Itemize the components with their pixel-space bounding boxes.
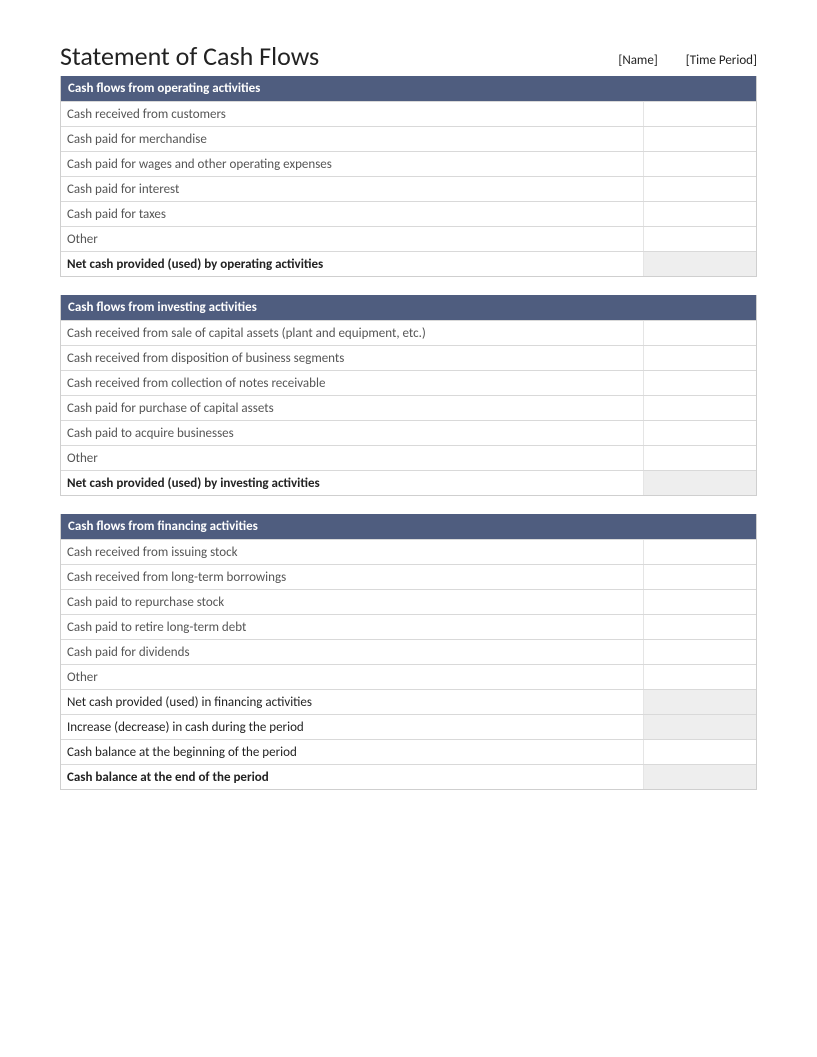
row-label: Other [61, 665, 644, 689]
row-label: Net cash provided (used) by operating ac… [61, 252, 644, 276]
table-row: Cash received from sale of capital asset… [61, 320, 756, 345]
table-row: Other [61, 664, 756, 689]
row-label: Cash received from collection of notes r… [61, 371, 644, 395]
row-label: Cash paid to repurchase stock [61, 590, 644, 614]
row-label: Cash paid for purchase of capital assets [61, 396, 644, 420]
table-row: Increase (decrease) in cash during the p… [61, 714, 756, 739]
row-value[interactable] [644, 177, 756, 201]
table-row: Cash received from disposition of busine… [61, 345, 756, 370]
table-row: Other [61, 226, 756, 251]
row-label: Cash received from issuing stock [61, 540, 644, 564]
row-label: Cash paid for merchandise [61, 127, 644, 151]
row-label: Cash received from sale of capital asset… [61, 321, 644, 345]
row-value[interactable] [644, 665, 756, 689]
row-label: Cash paid for taxes [61, 202, 644, 226]
table-row: Cash received from customers [61, 101, 756, 126]
table-row: Other [61, 445, 756, 470]
row-value[interactable] [644, 640, 756, 664]
row-label: Cash paid for wages and other operating … [61, 152, 644, 176]
document-meta: [Name] [Time Period] [618, 53, 757, 72]
row-value[interactable] [644, 252, 756, 276]
row-value[interactable] [644, 127, 756, 151]
row-value[interactable] [644, 346, 756, 370]
section: Cash flows from operating activitiesCash… [60, 76, 757, 277]
row-label: Cash paid for dividends [61, 640, 644, 664]
row-value[interactable] [644, 615, 756, 639]
row-value[interactable] [644, 371, 756, 395]
table-row: Cash paid for purchase of capital assets [61, 395, 756, 420]
row-label: Cash received from disposition of busine… [61, 346, 644, 370]
table-row: Cash paid to acquire businesses [61, 420, 756, 445]
table-row: Cash received from issuing stock [61, 539, 756, 564]
section-header: Cash flows from operating activities [61, 76, 756, 101]
meta-name: [Name] [618, 53, 657, 68]
row-label: Other [61, 227, 644, 251]
table-row: Cash paid for interest [61, 176, 756, 201]
sections-container: Cash flows from operating activitiesCash… [60, 76, 757, 790]
row-label: Cash paid to retire long-term debt [61, 615, 644, 639]
row-value[interactable] [644, 396, 756, 420]
section: Cash flows from financing activitiesCash… [60, 514, 757, 790]
row-value[interactable] [644, 715, 756, 739]
table-row: Cash paid for merchandise [61, 126, 756, 151]
table-row: Cash balance at the beginning of the per… [61, 739, 756, 764]
table-row: Cash balance at the end of the period [61, 764, 756, 789]
table-row: Cash received from collection of notes r… [61, 370, 756, 395]
row-label: Net cash provided (used) by investing ac… [61, 471, 644, 495]
table-row: Cash paid for dividends [61, 639, 756, 664]
row-value[interactable] [644, 590, 756, 614]
meta-period: [Time Period] [686, 53, 757, 68]
row-value[interactable] [644, 690, 756, 714]
table-row: Net cash provided (used) by operating ac… [61, 251, 756, 276]
row-label: Cash balance at the end of the period [61, 765, 644, 789]
row-value[interactable] [644, 765, 756, 789]
section-header: Cash flows from investing activities [61, 295, 756, 320]
table-row: Cash received from long-term borrowings [61, 564, 756, 589]
row-label: Cash paid to acquire businesses [61, 421, 644, 445]
table-row: Cash paid for taxes [61, 201, 756, 226]
row-value[interactable] [644, 102, 756, 126]
document-header: Statement of Cash Flows [Name] [Time Per… [60, 40, 757, 72]
table-row: Cash paid to retire long-term debt [61, 614, 756, 639]
row-value[interactable] [644, 740, 756, 764]
row-value[interactable] [644, 565, 756, 589]
row-label: Cash received from customers [61, 102, 644, 126]
row-value[interactable] [644, 471, 756, 495]
row-label: Cash paid for interest [61, 177, 644, 201]
row-value[interactable] [644, 446, 756, 470]
row-value[interactable] [644, 152, 756, 176]
row-label: Cash balance at the beginning of the per… [61, 740, 644, 764]
section: Cash flows from investing activitiesCash… [60, 295, 757, 496]
section-header: Cash flows from financing activities [61, 514, 756, 539]
row-label: Increase (decrease) in cash during the p… [61, 715, 644, 739]
table-row: Net cash provided (used) in financing ac… [61, 689, 756, 714]
row-label: Other [61, 446, 644, 470]
row-value[interactable] [644, 202, 756, 226]
row-label: Cash received from long-term borrowings [61, 565, 644, 589]
row-value[interactable] [644, 421, 756, 445]
table-row: Cash paid to repurchase stock [61, 589, 756, 614]
row-value[interactable] [644, 227, 756, 251]
row-label: Net cash provided (used) in financing ac… [61, 690, 644, 714]
row-value[interactable] [644, 540, 756, 564]
table-row: Cash paid for wages and other operating … [61, 151, 756, 176]
row-value[interactable] [644, 321, 756, 345]
page-title: Statement of Cash Flows [60, 40, 319, 72]
table-row: Net cash provided (used) by investing ac… [61, 470, 756, 495]
